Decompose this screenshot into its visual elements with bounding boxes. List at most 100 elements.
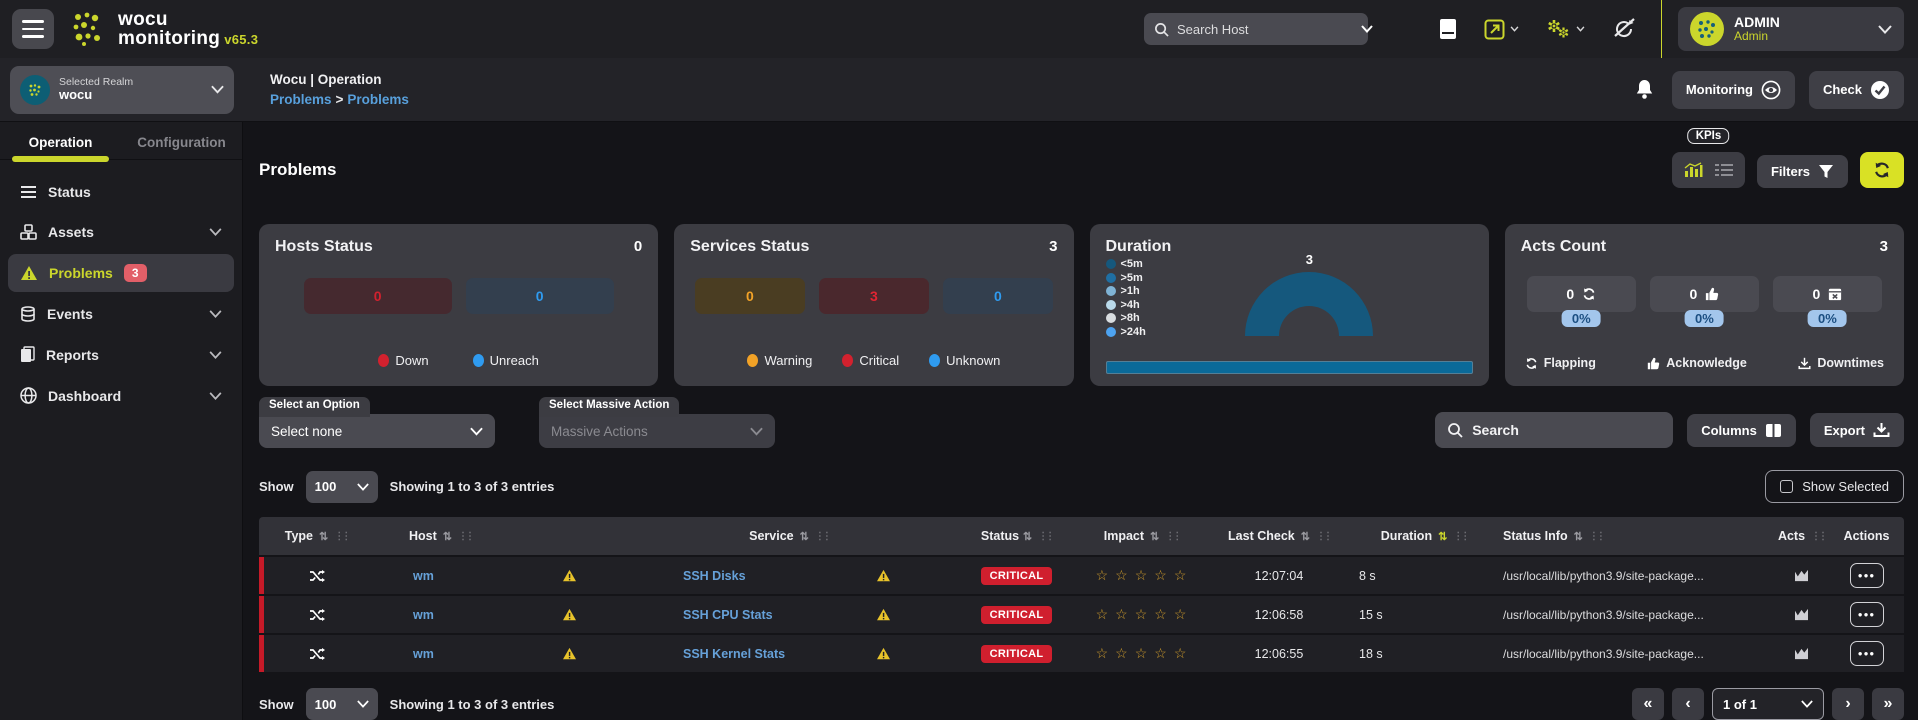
next-page-button[interactable]: ›	[1832, 688, 1864, 720]
status-badge: CRITICAL	[981, 567, 1053, 585]
tab-operation[interactable]: Operation	[0, 122, 121, 159]
table-header: Type⇅⋮⋮ Host⇅⋮⋮ Service⇅⋮⋮ Status⇅⋮⋮ Imp…	[259, 517, 1904, 555]
documentation-icon[interactable]	[1438, 18, 1458, 40]
impact-stars[interactable]: ☆☆☆☆☆	[1074, 606, 1209, 623]
page-size-select[interactable]: 100	[306, 688, 378, 720]
column-status-info[interactable]: Status Info⇅⋮⋮	[1499, 525, 1774, 547]
hosts-down-bar[interactable]: 0	[304, 278, 452, 314]
filters-button[interactable]: Filters	[1757, 155, 1848, 188]
column-service[interactable]: Service⇅⋮⋮	[619, 525, 959, 547]
kpi-view-toggle[interactable]	[1672, 152, 1745, 188]
impact-stars[interactable]: ☆☆☆☆☆	[1074, 645, 1209, 662]
column-status[interactable]: Status⇅⋮⋮	[959, 525, 1074, 547]
table-row[interactable]: wm SSH CPU Stats CRITICAL ☆☆☆☆☆ 12:06:58…	[259, 596, 1904, 633]
service-link[interactable]: SSH CPU Stats	[683, 608, 773, 622]
user-menu[interactable]: ADMIN Admin	[1678, 7, 1904, 51]
show-selected-toggle[interactable]: Show Selected	[1765, 470, 1904, 503]
drag-handle-icon[interactable]: ⋮⋮	[1316, 531, 1330, 542]
breadcrumb-link-problems-page[interactable]: Problems	[347, 92, 409, 107]
drag-handle-icon[interactable]: ⋮⋮	[334, 531, 348, 542]
external-tools-menu[interactable]	[1484, 19, 1519, 40]
column-acts[interactable]: Acts⋮⋮	[1774, 525, 1829, 547]
show-selected-checkbox[interactable]	[1780, 480, 1793, 493]
drag-handle-icon[interactable]: ⋮⋮	[1589, 531, 1603, 542]
drag-handle-icon[interactable]: ⋮⋮	[815, 531, 829, 542]
table-search[interactable]	[1435, 412, 1673, 448]
drag-handle-icon[interactable]: ⋮⋮	[1038, 531, 1052, 542]
page-size-select[interactable]: 100	[306, 471, 378, 503]
sort-icon[interactable]: ⇅	[800, 530, 809, 543]
acknowledge-count[interactable]: 0 0%	[1650, 276, 1759, 312]
hosts-unreach-bar[interactable]: 0	[466, 278, 614, 314]
auto-refresh-off-icon[interactable]	[1611, 17, 1637, 41]
duration-gauge[interactable]	[1245, 272, 1373, 336]
column-impact[interactable]: Impact⇅⋮⋮	[1074, 525, 1209, 547]
host-link[interactable]: wm	[413, 647, 434, 661]
row-actions-button[interactable]: ●●●	[1850, 602, 1884, 627]
page-select[interactable]: 1 of 1	[1712, 688, 1824, 720]
sort-icon[interactable]: ⇅	[319, 530, 328, 543]
sort-icon[interactable]: ⇅	[1301, 530, 1310, 543]
host-link[interactable]: wm	[413, 569, 434, 583]
row-actions-button[interactable]: ●●●	[1850, 641, 1884, 666]
drag-handle-icon[interactable]: ⋮⋮	[1453, 531, 1467, 542]
first-page-button[interactable]: «	[1632, 688, 1664, 720]
sort-icon[interactable]: ⇅	[1574, 530, 1583, 543]
export-button[interactable]: Export	[1810, 413, 1904, 447]
host-link[interactable]: wm	[413, 608, 434, 622]
monitoring-toggle-button[interactable]: Monitoring	[1672, 71, 1795, 109]
column-type[interactable]: Type⇅⋮⋮	[264, 525, 369, 547]
drag-handle-icon[interactable]: ⋮⋮	[1165, 531, 1179, 542]
downtimes-count[interactable]: 0 0%	[1773, 276, 1882, 312]
search-host-input[interactable]	[1177, 22, 1353, 37]
sidebar-item-problems[interactable]: Problems 3	[8, 254, 234, 292]
column-last-check[interactable]: Last Check⇅⋮⋮	[1209, 525, 1349, 547]
acts-cell[interactable]	[1774, 608, 1829, 621]
sidebar-item-reports[interactable]: Reports	[8, 336, 234, 373]
sort-icon[interactable]: ⇅	[443, 530, 452, 543]
drag-handle-icon[interactable]: ⋮⋮	[458, 531, 472, 542]
table-row[interactable]: wm SSH Disks CRITICAL ☆☆☆☆☆ 12:07:04 8 s…	[259, 557, 1904, 594]
sort-icon[interactable]: ⇅	[1150, 530, 1159, 543]
notifications-bell-icon[interactable]	[1635, 79, 1654, 100]
sidebar-item-label: Assets	[48, 224, 198, 240]
sidebar-item-events[interactable]: Events	[8, 296, 234, 332]
breadcrumb-link-problems-section[interactable]: Problems	[270, 92, 332, 107]
flapping-percent: 0%	[1562, 310, 1601, 327]
drag-handle-icon[interactable]: ⋮⋮	[1811, 531, 1825, 542]
acts-cell[interactable]	[1774, 647, 1829, 660]
sort-icon[interactable]: ⇅	[1023, 530, 1032, 543]
service-link[interactable]: SSH Kernel Stats	[683, 647, 785, 661]
service-link[interactable]: SSH Disks	[683, 569, 746, 583]
services-warning-bar[interactable]: 0	[695, 278, 805, 314]
table-search-input[interactable]	[1472, 422, 1622, 438]
search-host-combobox[interactable]	[1144, 13, 1368, 45]
services-critical-bar[interactable]: 3	[819, 278, 929, 314]
last-page-button[interactable]: »	[1872, 688, 1904, 720]
realm-selector[interactable]: Selected Realm wocu	[10, 66, 234, 114]
row-actions-button[interactable]: ●●●	[1850, 563, 1884, 588]
select-option-dropdown[interactable]: Select none	[259, 414, 495, 448]
hamburger-menu-button[interactable]	[12, 9, 54, 49]
sidebar-item-dashboard[interactable]: Dashboard	[8, 377, 234, 414]
last-check-cell: 12:06:55	[1209, 647, 1349, 661]
refresh-button[interactable]	[1860, 152, 1904, 188]
settings-menu[interactable]	[1545, 18, 1585, 40]
column-duration[interactable]: Duration⇅⋮⋮	[1349, 525, 1499, 547]
massive-actions-dropdown[interactable]: Massive Actions	[539, 414, 775, 448]
acts-count-card: Acts Count 3 0 0% 0 0%	[1505, 224, 1904, 386]
table-row[interactable]: wm SSH Kernel Stats CRITICAL ☆☆☆☆☆ 12:06…	[259, 635, 1904, 672]
check-toggle-button[interactable]: Check	[1809, 71, 1904, 109]
column-host[interactable]: Host⇅⋮⋮	[369, 525, 619, 547]
duration-total-bar[interactable]	[1106, 361, 1473, 374]
tab-configuration[interactable]: Configuration	[121, 122, 242, 159]
sidebar-item-status[interactable]: Status	[8, 174, 234, 210]
impact-stars[interactable]: ☆☆☆☆☆	[1074, 567, 1209, 584]
services-unknown-bar[interactable]: 0	[943, 278, 1053, 314]
sort-icon-active[interactable]: ⇅	[1438, 530, 1447, 543]
acts-cell[interactable]	[1774, 569, 1829, 582]
sidebar-item-assets[interactable]: Assets	[8, 214, 234, 250]
columns-button[interactable]: Columns	[1687, 414, 1796, 447]
flapping-count[interactable]: 0 0%	[1527, 276, 1636, 312]
previous-page-button[interactable]: ‹	[1672, 688, 1704, 720]
